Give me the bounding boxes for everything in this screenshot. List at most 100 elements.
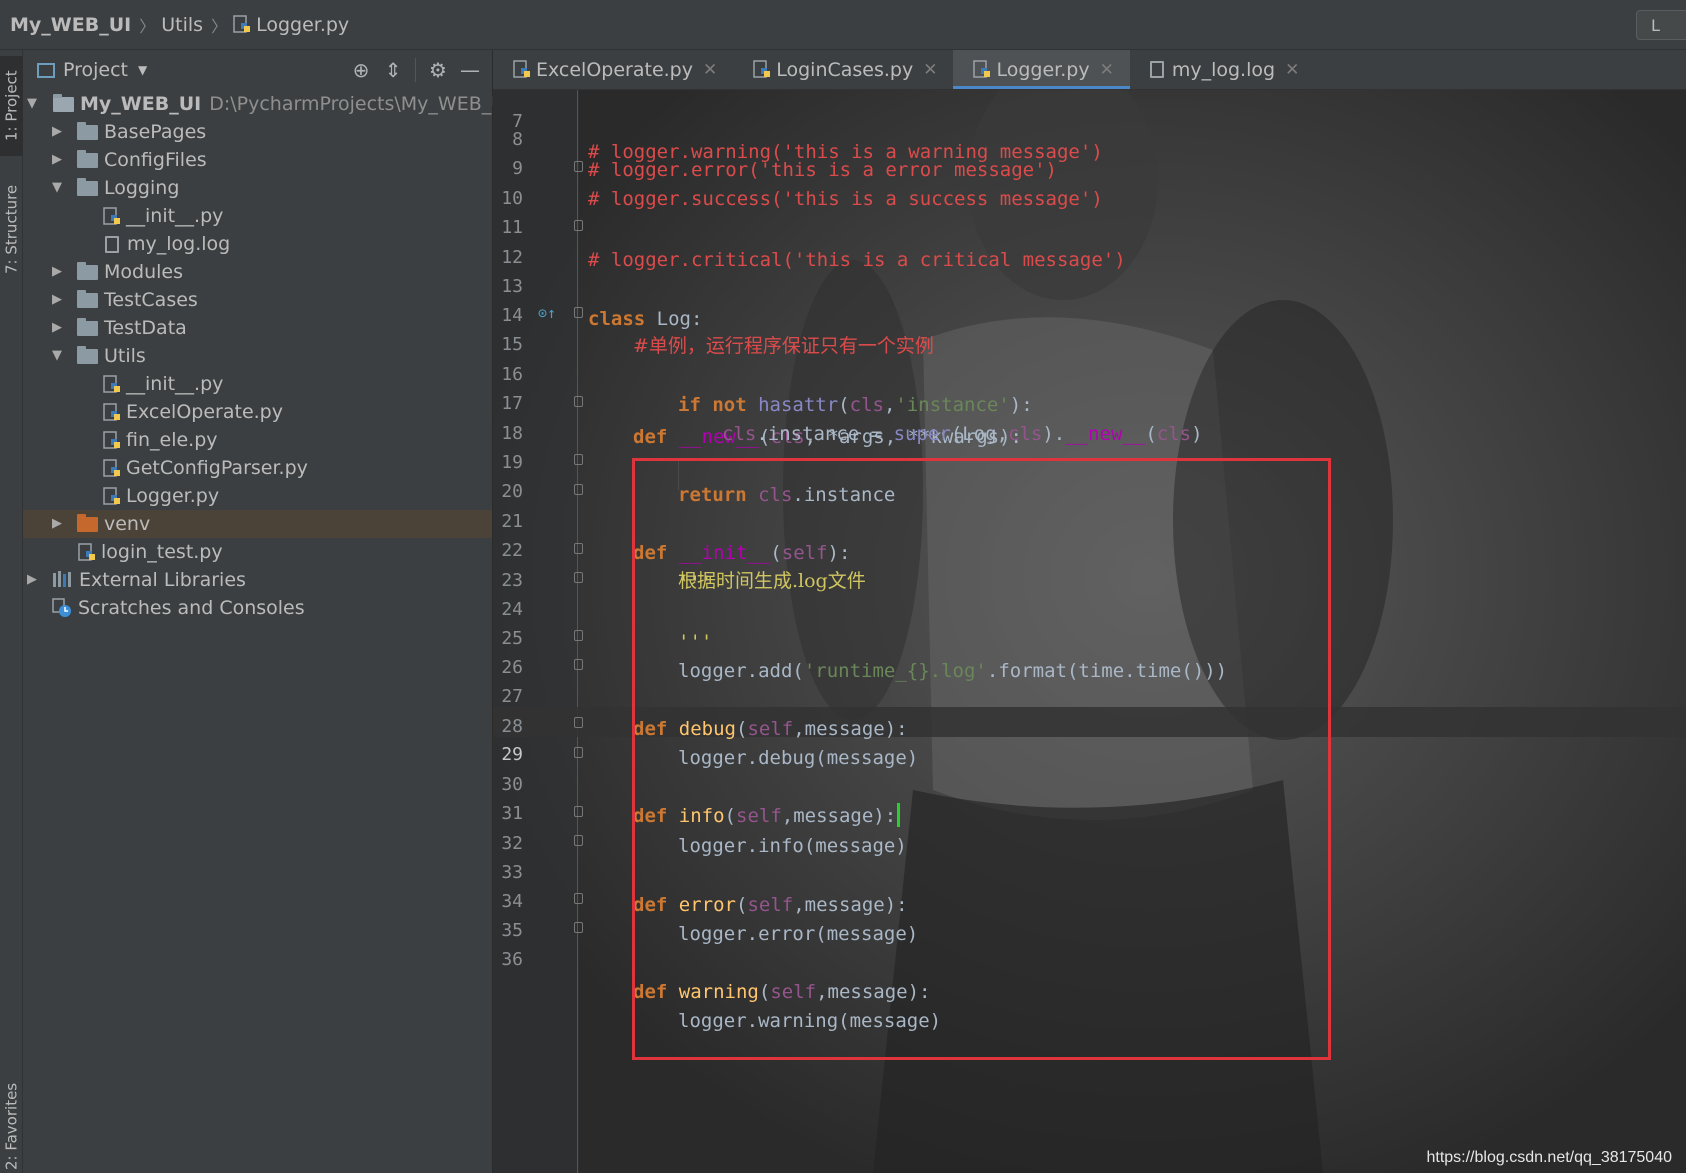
code-line-11: 11 [493,181,1686,238]
fold-marker-icon[interactable] [574,484,583,495]
hide-icon[interactable]: — [454,58,486,82]
tree-item-label: Scratches and Consoles [78,597,305,619]
tree-item-login-test[interactable]: login_test.py [23,538,492,566]
locate-icon[interactable]: ⊕ [345,58,377,82]
fold-marker-icon[interactable] [574,220,583,231]
text-file-icon [1149,61,1164,78]
tree-item-external-libraries[interactable]: ▶ External Libraries [23,566,492,594]
breadcrumb-file-label: Logger.py [256,13,350,36]
fold-marker-icon[interactable] [574,572,583,583]
tree-item-my-log[interactable]: my_log.log [23,230,492,258]
python-file-icon [103,486,120,505]
tree-item-logger[interactable]: Logger.py [23,482,492,510]
tree-item-venv[interactable]: ▶ venv [23,510,492,538]
project-panel: Project ▼ ⊕ ⇕ ⚙ — ▼ My_WEB_UI D:\PycharmP… [23,50,511,1173]
tree-item-label: Logging [104,177,180,199]
tree-item-label: My_WEB_UI [80,93,202,115]
python-file-icon [78,542,95,561]
tree-item-label: BasePages [104,121,207,143]
chevron-right-icon[interactable]: ▶ [50,258,64,286]
folder-icon [77,262,98,280]
tree-item-root[interactable]: ▼ My_WEB_UI D:\PycharmProjects\My_WEB_UI [23,90,511,118]
tree-item-modules[interactable]: ▶ Modules [23,258,492,286]
tab-exceloperate[interactable]: ExcelOperate.py ✕ [493,50,733,89]
tree-item-configfiles[interactable]: ▶ ConfigFiles [23,146,492,174]
tab-my-log[interactable]: my_log.log ✕ [1130,50,1315,89]
project-view-icon [37,62,55,78]
project-panel-title[interactable]: Project [63,59,128,81]
breadcrumb-file[interactable]: Logger.py [233,14,349,36]
chevron-right-icon[interactable]: ▶ [50,510,64,538]
folder-icon [77,318,98,336]
tree-item-testdata[interactable]: ▶ TestData [23,314,492,342]
chevron-right-icon[interactable]: ▶ [25,566,39,594]
fold-marker-icon[interactable] [574,543,583,554]
folder-icon [77,346,98,364]
chevron-down-icon[interactable]: ▼ [25,90,39,118]
fold-marker-icon[interactable] [574,835,583,846]
code-line-15: 15 ⊙↑ def __new__(cls, *args, **kwargs): [493,298,1686,448]
tab-logincases[interactable]: LoginCases.py ✕ [733,50,953,89]
breadcrumb-project[interactable]: My_WEB_UI [10,14,131,36]
fold-marker-icon[interactable] [574,922,583,933]
tree-item-fin-ele[interactable]: fin_ele.py [23,426,492,454]
text-file-icon [105,236,119,253]
structure-tool-tab[interactable]: 7: Structure [0,172,23,287]
toolbar-divider [415,58,416,82]
chevron-right-icon[interactable]: ▶ [50,286,64,314]
python-file-icon [103,374,120,393]
tree-item-utils[interactable]: ▼ Utils [23,342,492,370]
favorites-tool-tab[interactable]: 2: Favorites [0,1080,23,1172]
python-file-icon [103,458,120,477]
chevron-right-icon[interactable]: ▶ [50,314,64,342]
project-panel-toolbar: ⊕ ⇕ ⚙ — [345,50,486,90]
project-tool-tab[interactable]: 1: Project [0,56,23,156]
tree-item-label: TestCases [104,289,198,311]
python-file-icon [103,430,120,449]
tree-item-testcases[interactable]: ▶ TestCases [23,286,492,314]
tree-item-label: login_test.py [101,541,223,563]
fold-marker-icon[interactable] [574,659,583,670]
tree-item-utils-init[interactable]: __init__.py [23,370,492,398]
code-line-18: 18 return cls.instance [493,387,1686,506]
collapse-all-icon[interactable]: ⇕ [377,58,409,82]
close-icon[interactable]: ✕ [703,60,717,80]
tab-label: LoginCases.py [776,58,914,81]
tree-item-label: Logger.py [126,485,220,507]
tree-item-logging[interactable]: ▼ Logging [23,174,492,202]
python-file-icon [103,206,120,225]
close-icon[interactable]: ✕ [1285,60,1299,80]
fold-marker-icon[interactable] [574,307,583,318]
tree-item-scratches[interactable]: Scratches and Consoles [23,594,492,622]
override-marker-icon[interactable]: ⊙↑ [538,298,556,329]
chevron-down-icon[interactable]: ▼ [138,63,147,77]
code-line-14: 14 #单例，运行程序保证只有一个实例 [493,269,1686,357]
run-config-button[interactable]: L [1636,10,1686,40]
fold-marker-icon[interactable] [574,630,583,641]
tree-item-logging-init[interactable]: __init__.py [23,202,492,230]
project-tool-tab-label: 1: Project [2,70,21,142]
tree-item-label: Utils [104,345,146,367]
chevron-down-icon[interactable]: ▼ [50,174,64,202]
folder-icon [53,94,74,112]
chevron-right-icon[interactable]: ▶ [50,146,64,174]
fold-marker-icon[interactable] [574,161,583,172]
fold-marker-icon[interactable] [574,396,583,407]
fold-marker-icon[interactable] [574,806,583,817]
chevron-down-icon[interactable]: ▼ [50,342,64,370]
breadcrumb-folder[interactable]: Utils [161,14,203,36]
fold-marker-icon[interactable] [574,747,583,758]
gear-icon[interactable]: ⚙ [422,58,454,82]
tab-logger[interactable]: Logger.py ✕ [953,50,1131,89]
tree-item-getconfigparser[interactable]: GetConfigParser.py [23,454,492,482]
tree-item-label: my_log.log [127,233,231,255]
chevron-right-icon[interactable]: ▶ [50,118,64,146]
tree-item-exceloperate[interactable]: ExcelOperate.py [23,398,492,426]
fold-marker-icon[interactable] [574,717,583,728]
python-file-icon [233,14,251,33]
tree-item-basepages[interactable]: ▶ BasePages [23,118,492,146]
close-icon[interactable]: ✕ [1100,60,1114,80]
fold-marker-icon[interactable] [574,454,583,465]
close-icon[interactable]: ✕ [923,60,937,80]
fold-marker-icon[interactable] [574,893,583,904]
